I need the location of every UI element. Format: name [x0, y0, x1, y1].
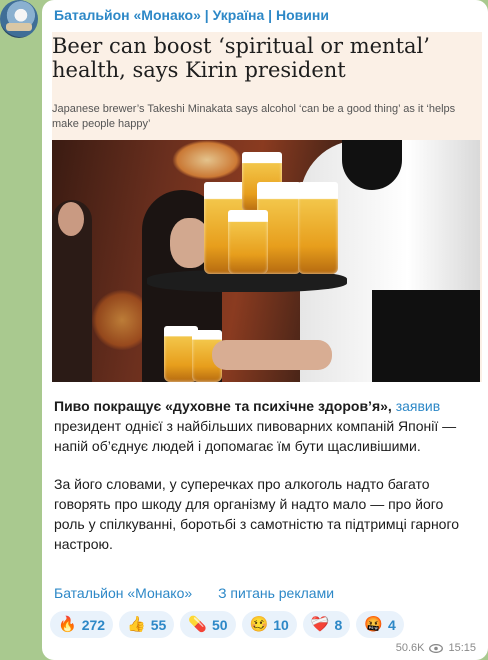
reaction-count: 50: [212, 616, 228, 633]
reaction-count: 272: [81, 616, 106, 633]
reactions-bar: 🔥 272 👍 55 💊 50 🥴 10 ❤‍🩹 8 🤬 4: [50, 611, 404, 638]
ads-link[interactable]: З питань реклами: [218, 585, 334, 601]
signature: Батальйон «Монако» З питань реклами: [54, 585, 356, 601]
reaction-count: 10: [273, 616, 289, 633]
article-title: Beer can boost ‘spiritual or mental’ hea…: [52, 34, 430, 82]
reaction-cursing[interactable]: 🤬 4: [356, 611, 404, 638]
message-bubble: Батальйон «Монако» | Україна | Новини Be…: [42, 0, 488, 660]
channel-name[interactable]: Батальйон «Монако» | Україна | Новини: [54, 7, 329, 23]
post-paragraph-2: За його словами, у суперечках про алкого…: [54, 476, 460, 552]
article-preview[interactable]: Beer can boost ‘spiritual or mental’ hea…: [52, 32, 482, 382]
post-paragraph-1-rest: президент однієї з найбільших пивоварних…: [54, 418, 457, 454]
cursing-face-icon: 🤬: [364, 616, 384, 633]
channel-link[interactable]: Батальйон «Монако»: [54, 585, 192, 601]
post-paragraph-1: Пиво покращує «духовне та психічне здоро…: [54, 396, 474, 456]
post-text: Пиво покращує «духовне та психічне здоро…: [54, 396, 474, 572]
reaction-thumbs-up[interactable]: 👍 55: [119, 611, 175, 638]
pill-icon: 💊: [188, 616, 207, 633]
message-time: 15:15: [448, 642, 476, 654]
woozy-face-icon: 🥴: [249, 616, 269, 633]
article-subtitle: Japanese brewer’s Takeshi Minakata says …: [52, 103, 456, 130]
reaction-count: 55: [150, 616, 167, 633]
channel-avatar[interactable]: [0, 0, 38, 38]
mending-heart-icon: ❤‍🩹: [310, 616, 330, 633]
view-count: 50.6K: [395, 642, 425, 654]
source-link[interactable]: заявив: [396, 398, 440, 414]
message-meta: 50.6K 15:15: [396, 642, 476, 654]
post-headline: Пиво покращує «духовне та психічне здоро…: [54, 398, 392, 414]
reaction-count: 8: [334, 616, 343, 633]
eye-icon: [429, 643, 444, 653]
reaction-count: 4: [388, 616, 396, 633]
thumbs-up-icon: 👍: [127, 616, 146, 633]
reaction-pill[interactable]: 💊 50: [180, 611, 236, 638]
reaction-mending-heart[interactable]: ❤‍🩹 8: [302, 611, 351, 638]
fire-icon: 🔥: [58, 616, 77, 633]
reaction-fire[interactable]: 🔥 272: [50, 611, 114, 638]
reaction-woozy[interactable]: 🥴 10: [241, 611, 297, 638]
article-photo[interactable]: [52, 140, 480, 382]
